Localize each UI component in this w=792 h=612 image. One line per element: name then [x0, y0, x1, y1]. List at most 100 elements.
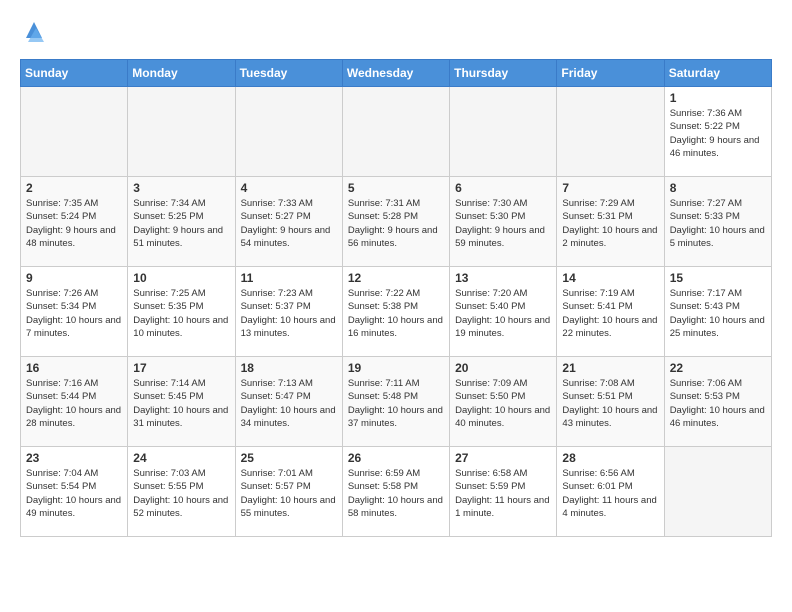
calendar-cell: 26 Sunrise: 6:59 AM Sunset: 5:58 PM Dayli… [342, 447, 449, 537]
day-info: Sunrise: 7:08 AM Sunset: 5:51 PM Dayligh… [562, 377, 658, 430]
weekday-header-tuesday: Tuesday [235, 60, 342, 87]
day-number: 12 [348, 271, 444, 285]
calendar-cell: 17 Sunrise: 7:14 AM Sunset: 5:45 PM Dayli… [128, 357, 235, 447]
day-number: 20 [455, 361, 551, 375]
day-number: 14 [562, 271, 658, 285]
day-info: Sunrise: 7:30 AM Sunset: 5:30 PM Dayligh… [455, 197, 551, 250]
day-info: Sunrise: 7:23 AM Sunset: 5:37 PM Dayligh… [241, 287, 337, 340]
calendar-cell: 12 Sunrise: 7:22 AM Sunset: 5:38 PM Dayli… [342, 267, 449, 357]
day-number: 5 [348, 181, 444, 195]
day-number: 10 [133, 271, 229, 285]
day-number: 26 [348, 451, 444, 465]
calendar-cell [342, 87, 449, 177]
day-number: 3 [133, 181, 229, 195]
calendar-cell [664, 447, 771, 537]
day-number: 21 [562, 361, 658, 375]
calendar-cell: 2 Sunrise: 7:35 AM Sunset: 5:24 PM Daylig… [21, 177, 128, 267]
weekday-header-monday: Monday [128, 60, 235, 87]
calendar-cell: 19 Sunrise: 7:11 AM Sunset: 5:48 PM Dayli… [342, 357, 449, 447]
week-row-1: 1 Sunrise: 7:36 AM Sunset: 5:22 PM Daylig… [21, 87, 772, 177]
day-number: 2 [26, 181, 122, 195]
day-number: 13 [455, 271, 551, 285]
calendar-cell: 9 Sunrise: 7:26 AM Sunset: 5:34 PM Daylig… [21, 267, 128, 357]
weekday-header-saturday: Saturday [664, 60, 771, 87]
day-info: Sunrise: 7:14 AM Sunset: 5:45 PM Dayligh… [133, 377, 229, 430]
calendar-cell: 25 Sunrise: 7:01 AM Sunset: 5:57 PM Dayli… [235, 447, 342, 537]
logo [20, 20, 46, 49]
calendar-cell [21, 87, 128, 177]
calendar-cell: 4Sunrise: 7:33 AM Sunset: 5:27 PM Daylig… [235, 177, 342, 267]
day-info: Sunrise: 7:17 AM Sunset: 5:43 PM Dayligh… [670, 287, 766, 340]
day-info: Sunrise: 7:20 AM Sunset: 5:40 PM Dayligh… [455, 287, 551, 340]
day-info: Sunrise: 7:09 AM Sunset: 5:50 PM Dayligh… [455, 377, 551, 430]
day-info: Sunrise: 7:26 AM Sunset: 5:34 PM Dayligh… [26, 287, 122, 340]
calendar-cell: 21 Sunrise: 7:08 AM Sunset: 5:51 PM Dayli… [557, 357, 664, 447]
day-info: Sunrise: 7:25 AM Sunset: 5:35 PM Dayligh… [133, 287, 229, 340]
calendar-cell: 28 Sunrise: 6:56 AM Sunset: 6:01 PM Dayli… [557, 447, 664, 537]
calendar-cell: 15 Sunrise: 7:17 AM Sunset: 5:43 PM Dayli… [664, 267, 771, 357]
day-number: 1 [670, 91, 766, 105]
day-number: 4 [241, 181, 337, 195]
day-number: 17 [133, 361, 229, 375]
day-number: 18 [241, 361, 337, 375]
week-row-2: 2 Sunrise: 7:35 AM Sunset: 5:24 PM Daylig… [21, 177, 772, 267]
day-info: Sunrise: 7:34 AM Sunset: 5:25 PM Dayligh… [133, 197, 229, 250]
week-row-3: 9 Sunrise: 7:26 AM Sunset: 5:34 PM Daylig… [21, 267, 772, 357]
weekday-header-row: SundayMondayTuesdayWednesdayThursdayFrid… [21, 60, 772, 87]
day-number: 22 [670, 361, 766, 375]
day-info: Sunrise: 7:01 AM Sunset: 5:57 PM Dayligh… [241, 467, 337, 520]
weekday-header-thursday: Thursday [450, 60, 557, 87]
week-row-5: 23Sunrise: 7:04 AM Sunset: 5:54 PM Dayli… [21, 447, 772, 537]
day-info: Sunrise: 6:59 AM Sunset: 5:58 PM Dayligh… [348, 467, 444, 520]
calendar-cell: 16 Sunrise: 7:16 AM Sunset: 5:44 PM Dayli… [21, 357, 128, 447]
day-info: Sunrise: 6:56 AM Sunset: 6:01 PM Dayligh… [562, 467, 658, 520]
day-number: 24 [133, 451, 229, 465]
calendar-cell: 27 Sunrise: 6:58 AM Sunset: 5:59 PM Dayli… [450, 447, 557, 537]
calendar-cell: 18Sunrise: 7:13 AM Sunset: 5:47 PM Dayli… [235, 357, 342, 447]
calendar-cell: 5Sunrise: 7:31 AM Sunset: 5:28 PM Daylig… [342, 177, 449, 267]
calendar-cell: 20 Sunrise: 7:09 AM Sunset: 5:50 PM Dayli… [450, 357, 557, 447]
day-number: 6 [455, 181, 551, 195]
calendar-cell: 14 Sunrise: 7:19 AM Sunset: 5:41 PM Dayli… [557, 267, 664, 357]
calendar-cell: 24Sunrise: 7:03 AM Sunset: 5:55 PM Dayli… [128, 447, 235, 537]
calendar-cell [128, 87, 235, 177]
day-info: Sunrise: 7:27 AM Sunset: 5:33 PM Dayligh… [670, 197, 766, 250]
day-number: 16 [26, 361, 122, 375]
day-number: 19 [348, 361, 444, 375]
logo-icon [22, 20, 46, 44]
day-info: Sunrise: 7:22 AM Sunset: 5:38 PM Dayligh… [348, 287, 444, 340]
day-number: 28 [562, 451, 658, 465]
calendar-cell: 22 Sunrise: 7:06 AM Sunset: 5:53 PM Dayli… [664, 357, 771, 447]
day-number: 8 [670, 181, 766, 195]
day-number: 9 [26, 271, 122, 285]
calendar-table: SundayMondayTuesdayWednesdayThursdayFrid… [20, 59, 772, 537]
day-info: Sunrise: 7:16 AM Sunset: 5:44 PM Dayligh… [26, 377, 122, 430]
day-info: Sunrise: 7:36 AM Sunset: 5:22 PM Dayligh… [670, 107, 766, 160]
day-info: Sunrise: 7:35 AM Sunset: 5:24 PM Dayligh… [26, 197, 122, 250]
day-info: Sunrise: 7:04 AM Sunset: 5:54 PM Dayligh… [26, 467, 122, 520]
page-header [20, 20, 772, 49]
calendar-cell: 7 Sunrise: 7:29 AM Sunset: 5:31 PM Daylig… [557, 177, 664, 267]
calendar-cell [557, 87, 664, 177]
calendar-cell [235, 87, 342, 177]
logo-text [20, 20, 46, 49]
calendar-cell: 11 Sunrise: 7:23 AM Sunset: 5:37 PM Dayli… [235, 267, 342, 357]
day-info: Sunrise: 7:06 AM Sunset: 5:53 PM Dayligh… [670, 377, 766, 430]
day-number: 15 [670, 271, 766, 285]
weekday-header-wednesday: Wednesday [342, 60, 449, 87]
day-info: Sunrise: 7:19 AM Sunset: 5:41 PM Dayligh… [562, 287, 658, 340]
weekday-header-friday: Friday [557, 60, 664, 87]
day-info: Sunrise: 7:11 AM Sunset: 5:48 PM Dayligh… [348, 377, 444, 430]
day-info: Sunrise: 7:29 AM Sunset: 5:31 PM Dayligh… [562, 197, 658, 250]
week-row-4: 16 Sunrise: 7:16 AM Sunset: 5:44 PM Dayli… [21, 357, 772, 447]
day-number: 7 [562, 181, 658, 195]
day-info: Sunrise: 6:58 AM Sunset: 5:59 PM Dayligh… [455, 467, 551, 520]
calendar-cell: 1 Sunrise: 7:36 AM Sunset: 5:22 PM Daylig… [664, 87, 771, 177]
calendar-cell: 3 Sunrise: 7:34 AM Sunset: 5:25 PM Daylig… [128, 177, 235, 267]
day-number: 27 [455, 451, 551, 465]
calendar-cell: 8 Sunrise: 7:27 AM Sunset: 5:33 PM Daylig… [664, 177, 771, 267]
calendar-cell: 23Sunrise: 7:04 AM Sunset: 5:54 PM Dayli… [21, 447, 128, 537]
weekday-header-sunday: Sunday [21, 60, 128, 87]
day-number: 25 [241, 451, 337, 465]
day-number: 11 [241, 271, 337, 285]
